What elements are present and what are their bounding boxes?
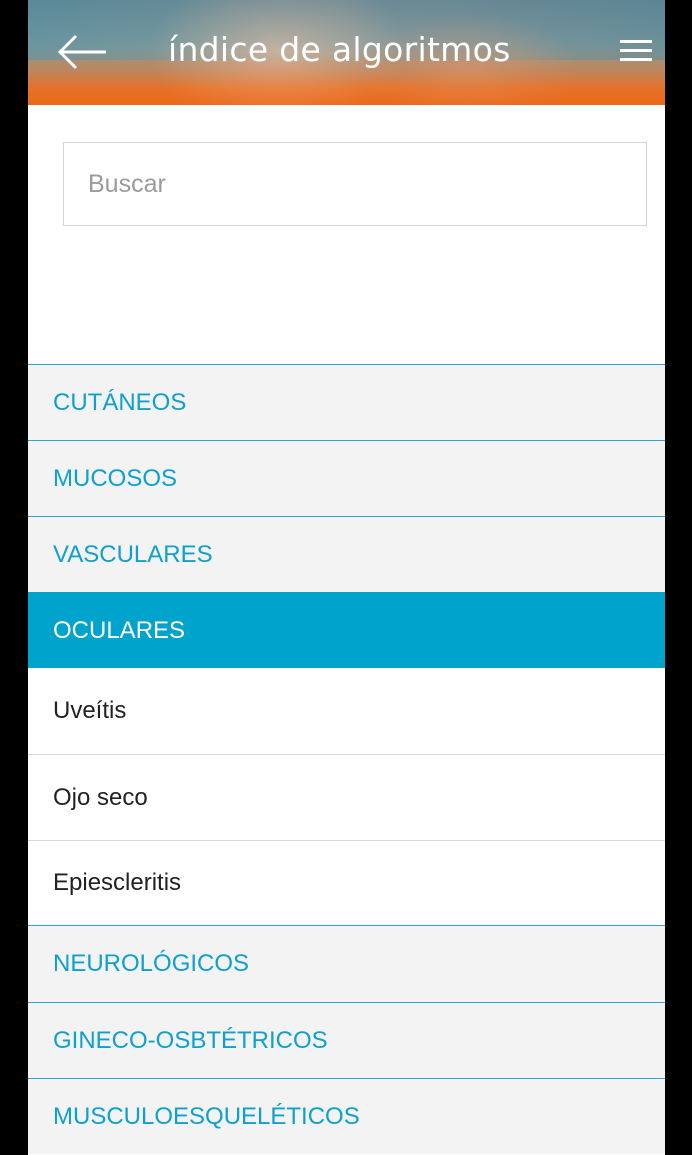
category-musculoesqueleticos[interactable]: MUSCULOESQUELÉTICOS bbox=[28, 1078, 665, 1154]
search-box bbox=[63, 142, 647, 226]
category-label: MUCOSOS bbox=[53, 464, 178, 492]
app-screen: índice de algoritmos CUTÁNEOS MUCOSOS VA… bbox=[28, 0, 665, 1155]
item-label: Uveítis bbox=[53, 697, 127, 724]
app-header: índice de algoritmos bbox=[28, 0, 665, 105]
category-mucosos[interactable]: MUCOSOS bbox=[28, 440, 665, 516]
category-label: CUTÁNEOS bbox=[53, 388, 187, 416]
category-neurologicos[interactable]: NEUROLÓGICOS bbox=[28, 926, 665, 1002]
category-label: OCULARES bbox=[53, 616, 186, 644]
list-item-epiescleritis[interactable]: Epiescleritis bbox=[28, 840, 665, 926]
list-item-uveitis[interactable]: Uveítis bbox=[28, 668, 665, 754]
category-gineco-obstetricos[interactable]: GINECO-OSBTÉTRICOS bbox=[28, 1002, 665, 1078]
arrow-left-icon bbox=[57, 34, 106, 70]
menu-button[interactable] bbox=[620, 40, 654, 68]
hamburger-menu-icon bbox=[620, 40, 654, 61]
back-button[interactable] bbox=[56, 30, 108, 74]
category-vasculares[interactable]: VASCULARES bbox=[28, 516, 665, 592]
algorithm-index-list: CUTÁNEOS MUCOSOS VASCULARES OCULARES Uve… bbox=[28, 364, 665, 1154]
category-label: VASCULARES bbox=[53, 540, 213, 568]
category-label: MUSCULOESQUELÉTICOS bbox=[53, 1102, 360, 1130]
item-label: Ojo seco bbox=[53, 783, 148, 811]
category-label: GINECO-OSBTÉTRICOS bbox=[53, 1026, 328, 1054]
category-oculares[interactable]: OCULARES bbox=[28, 592, 665, 668]
category-label: NEUROLÓGICOS bbox=[53, 950, 250, 977]
page-title: índice de algoritmos bbox=[168, 30, 511, 69]
search-input[interactable] bbox=[63, 142, 647, 226]
category-cutaneos[interactable]: CUTÁNEOS bbox=[28, 364, 665, 440]
item-label: Epiescleritis bbox=[53, 869, 182, 896]
list-item-ojo-seco[interactable]: Ojo seco bbox=[28, 754, 665, 840]
